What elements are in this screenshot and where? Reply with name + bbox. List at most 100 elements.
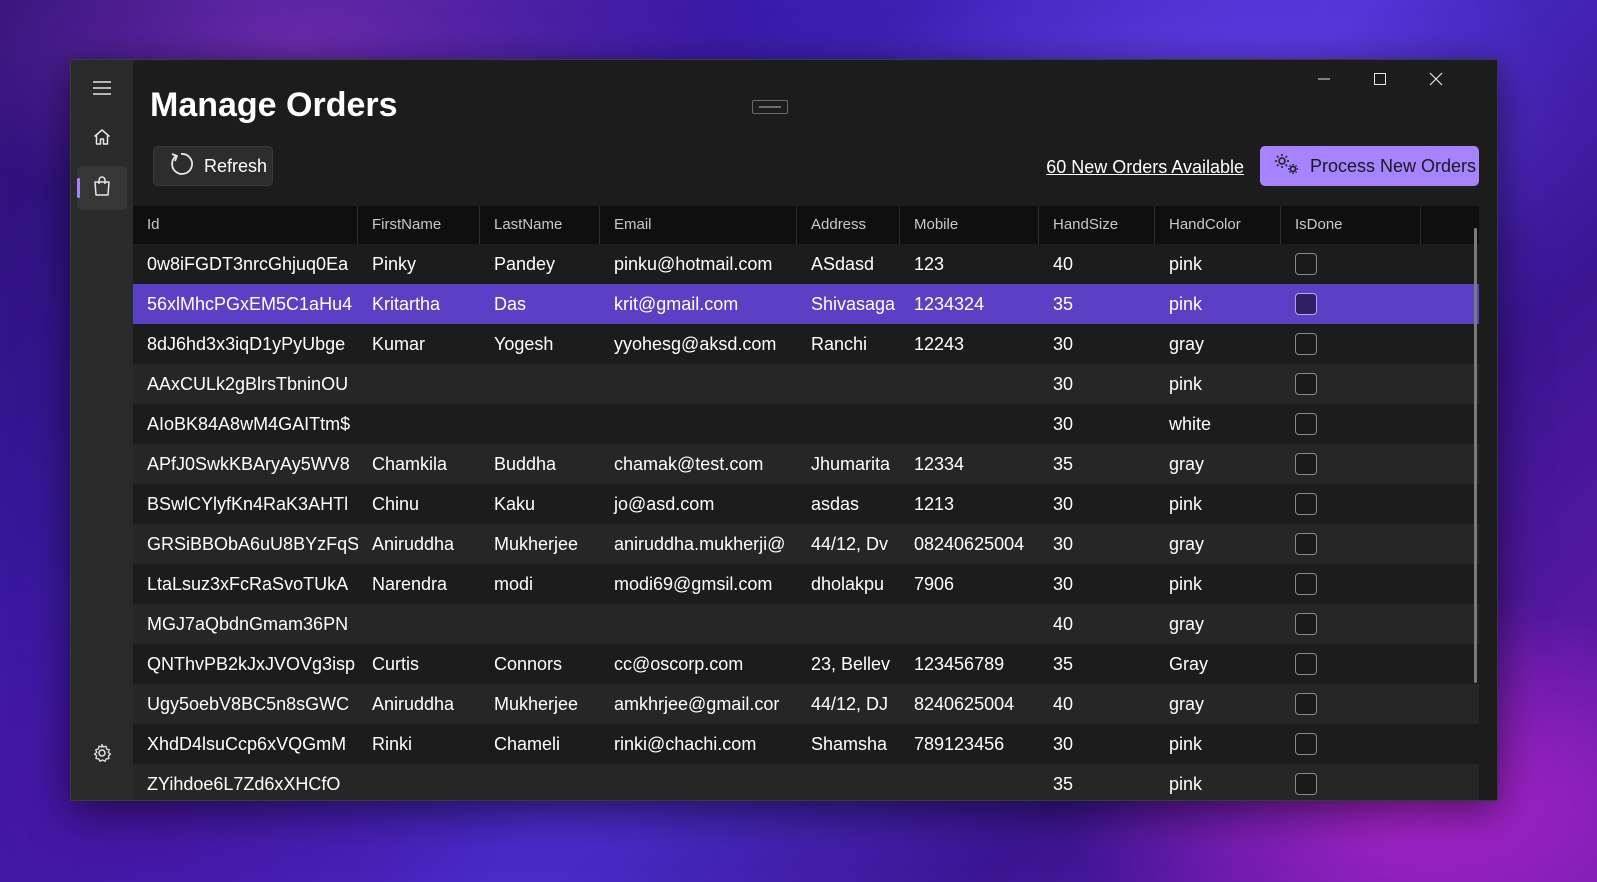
cell-mobile: 123456789 xyxy=(914,653,1005,674)
cell-handcolor: pink xyxy=(1169,253,1203,274)
cell-handcolor: Gray xyxy=(1169,653,1209,674)
grid-header: Id FirstName LastName Email Address Mobi… xyxy=(133,206,1479,244)
refresh-button[interactable]: Refresh xyxy=(153,146,273,186)
isdone-checkbox[interactable] xyxy=(1295,493,1317,515)
cell-lastname: Yogesh xyxy=(494,333,554,354)
hamburger-menu-icon xyxy=(92,80,112,101)
table-row[interactable]: APfJ0SwkKBAryAy5WV8 Chamkila Buddha chamak@… xyxy=(133,444,1479,484)
table-row[interactable]: GRSiBBObA6uU8BYzFqS Aniruddha Mukherjee ani… xyxy=(133,524,1479,564)
cell-firstname: Rinki xyxy=(372,733,413,754)
cell-handsize: 30 xyxy=(1053,373,1074,394)
nav-item-orders[interactable] xyxy=(77,166,127,210)
isdone-checkbox[interactable] xyxy=(1295,573,1317,595)
column-header-handcolor[interactable]: HandColor xyxy=(1155,206,1281,244)
cell-email: pinku@hotmail.com xyxy=(614,253,773,274)
column-header-address[interactable]: Address xyxy=(797,206,900,244)
cell-id: 0w8iFGDT3nrcGhjuq0Ea xyxy=(147,253,349,274)
settings-gear-icon xyxy=(92,743,112,768)
cell-address: Shamsha xyxy=(811,733,888,754)
vertical-scrollbar[interactable] xyxy=(1474,228,1477,683)
maximize-button[interactable] xyxy=(1357,64,1403,98)
cell-lastname: Buddha xyxy=(494,453,557,474)
cell-isdone xyxy=(1281,533,1421,555)
close-icon xyxy=(1429,72,1443,91)
cell-handsize: 35 xyxy=(1053,653,1074,674)
minimize-button[interactable] xyxy=(1301,64,1347,98)
process-new-orders-button[interactable]: Process New Orders xyxy=(1260,146,1479,186)
column-header-id[interactable]: Id xyxy=(133,206,358,244)
cell-firstname: Kritartha xyxy=(372,293,441,314)
isdone-checkbox[interactable] xyxy=(1295,693,1317,715)
cell-address: 44/12, Dv xyxy=(811,533,889,554)
table-row[interactable]: Ugy5oebV8BC5n8sGWC Aniruddha Mukherjee amkh… xyxy=(133,684,1479,724)
new-orders-link[interactable]: 60 New Orders Available xyxy=(1046,157,1244,178)
table-row[interactable]: XhdD4lsuCcp6xVQGmM Rinki Chameli rinki@chac… xyxy=(133,724,1479,764)
cell-id: Ugy5oebV8BC5n8sGWC xyxy=(147,693,350,714)
table-row[interactable]: BSwlCYlyfKn4RaK3AHTl Chinu Kaku jo@asd.com a… xyxy=(133,484,1479,524)
page-title: Manage Orders xyxy=(150,86,398,124)
cell-id: MGJ7aQbdnGmam36PN xyxy=(147,613,349,634)
cell-email: jo@asd.com xyxy=(614,493,715,514)
isdone-checkbox[interactable] xyxy=(1295,293,1317,315)
cell-isdone xyxy=(1281,653,1421,675)
cell-id: AIoBK84A8wM4GAITtm$ xyxy=(147,413,351,434)
nav-item-home[interactable] xyxy=(77,117,127,161)
isdone-checkbox[interactable] xyxy=(1295,773,1317,795)
table-row[interactable]: LtaLsuz3xFcRaSvoTUkA Narendra modi modi69@g… xyxy=(133,564,1479,604)
cell-handcolor: pink xyxy=(1169,733,1203,754)
close-button[interactable] xyxy=(1413,64,1459,98)
cell-handsize: 35 xyxy=(1053,293,1074,314)
cell-isdone xyxy=(1281,413,1421,435)
cell-email: chamak@test.com xyxy=(614,453,764,474)
cell-mobile: 123 xyxy=(914,253,945,274)
isdone-checkbox[interactable] xyxy=(1295,733,1317,755)
cell-firstname: Narendra xyxy=(372,573,448,594)
table-row[interactable]: MGJ7aQbdnGmam36PN 40 gray xyxy=(133,604,1479,644)
column-header-email[interactable]: Email xyxy=(600,206,797,244)
isdone-checkbox[interactable] xyxy=(1295,373,1317,395)
isdone-checkbox[interactable] xyxy=(1295,533,1317,555)
table-row[interactable]: 0w8iFGDT3nrcGhjuq0Ea Pinky Pandey pinku@hot… xyxy=(133,244,1479,284)
column-header-lastname[interactable]: LastName xyxy=(480,206,600,244)
isdone-checkbox[interactable] xyxy=(1295,613,1317,635)
cell-address: Ranchi xyxy=(811,333,868,354)
table-row[interactable]: AIoBK84A8wM4GAITtm$ 30 white xyxy=(133,404,1479,444)
cell-lastname: Das xyxy=(494,293,527,314)
table-row[interactable]: QNThvPB2kJxJVOVg3isp Curtis Connors cc@osco… xyxy=(133,644,1479,684)
hamburger-menu-button[interactable] xyxy=(77,68,127,112)
drag-handle[interactable] xyxy=(752,100,788,114)
cell-id: APfJ0SwkKBAryAy5WV8 xyxy=(147,453,350,474)
cell-isdone xyxy=(1281,493,1421,515)
column-header-handsize[interactable]: HandSize xyxy=(1039,206,1155,244)
table-row[interactable]: AAxCULk2gBlrsTbninOU 30 pink xyxy=(133,364,1479,404)
cell-id: 56xlMhcPGxEM5C1aHu4 xyxy=(147,293,353,314)
cell-handsize: 30 xyxy=(1053,573,1074,594)
isdone-checkbox[interactable] xyxy=(1295,253,1317,275)
grid-rows: 0w8iFGDT3nrcGhjuq0Ea Pinky Pandey pinku@hot… xyxy=(133,244,1479,800)
nav-item-settings[interactable] xyxy=(77,733,127,777)
cell-id: XhdD4lsuCcp6xVQGmM xyxy=(147,733,347,754)
isdone-checkbox[interactable] xyxy=(1295,333,1317,355)
column-header-firstname[interactable]: FirstName xyxy=(358,206,480,244)
table-row[interactable]: 8dJ6hd3x3iqD1yPyUbge Kumar Yogesh yyohesg@a… xyxy=(133,324,1479,364)
table-row[interactable]: ZYihdoe6L7Zd6xXHCfO 35 pink xyxy=(133,764,1479,800)
cell-handsize: 35 xyxy=(1053,773,1074,794)
column-header-isdone[interactable]: IsDone xyxy=(1281,206,1421,244)
cell-mobile: 12334 xyxy=(914,453,965,474)
cell-handcolor: gray xyxy=(1169,533,1205,554)
isdone-checkbox[interactable] xyxy=(1295,413,1317,435)
column-header-mobile[interactable]: Mobile xyxy=(900,206,1039,244)
maximize-icon xyxy=(1374,72,1386,90)
cell-handcolor: pink xyxy=(1169,773,1203,794)
cell-handcolor: gray xyxy=(1169,693,1205,714)
cell-firstname: Chinu xyxy=(372,493,420,514)
cell-mobile: 1213 xyxy=(914,493,955,514)
orders-data-grid[interactable]: Id FirstName LastName Email Address Mobi… xyxy=(133,206,1479,800)
cell-address: ASdasd xyxy=(811,253,875,274)
isdone-checkbox[interactable] xyxy=(1295,453,1317,475)
isdone-checkbox[interactable] xyxy=(1295,653,1317,675)
table-row[interactable]: 56xlMhcPGxEM5C1aHu4 Kritartha Das krit@gmai… xyxy=(133,284,1479,324)
cell-mobile: 8240625004 xyxy=(914,693,1015,714)
cell-lastname: modi xyxy=(494,573,534,594)
app-window: Manage Orders Refresh 60 New Orders Avai… xyxy=(70,59,1498,801)
